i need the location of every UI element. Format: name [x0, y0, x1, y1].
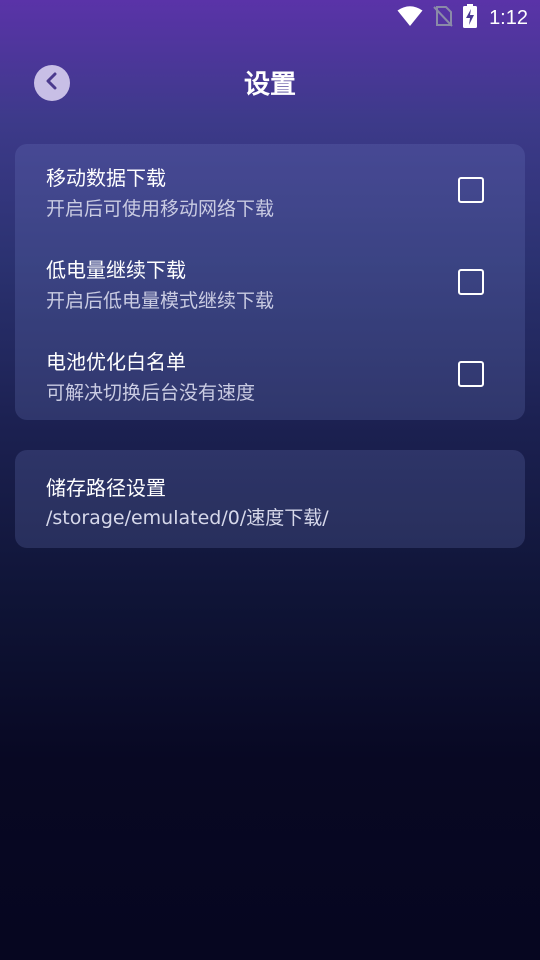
page-title: 设置 [243, 70, 296, 100]
storage-path-card[interactable]: 储存路径设置 /storage/emulated/0/速度下载/ [15, 450, 525, 548]
status-icons: 1:12 [397, 4, 528, 32]
storage-path-value: /storage/emulated/0/速度下载/ [46, 507, 329, 529]
setting-description: 开启后可使用移动网络下载 [46, 198, 275, 220]
mobile-data-download-checkbox[interactable] [458, 177, 484, 203]
setting-row-battery-optimization-whitelist[interactable]: 电池优化白名单 可解决切换后台没有速度 [15, 328, 525, 420]
header: 设置 [0, 54, 540, 110]
battery-optimization-whitelist-checkbox[interactable] [458, 361, 484, 387]
low-battery-download-checkbox[interactable] [458, 269, 484, 295]
setting-title: 电池优化白名单 [46, 350, 186, 374]
wifi-icon [397, 5, 423, 31]
status-time: 1:12 [489, 6, 528, 29]
battery-charging-icon [463, 4, 478, 32]
no-sim-icon [433, 5, 453, 31]
setting-title: 移动数据下载 [46, 166, 166, 190]
setting-row-low-battery-download[interactable]: 低电量继续下载 开启后低电量模式继续下载 [15, 236, 525, 328]
status-bar: 1:12 [0, 0, 540, 36]
storage-path-title: 储存路径设置 [46, 476, 166, 500]
setting-description: 可解决切换后台没有速度 [46, 382, 256, 404]
setting-row-mobile-data-download[interactable]: 移动数据下载 开启后可使用移动网络下载 [15, 144, 525, 236]
setting-description: 开启后低电量模式继续下载 [46, 290, 275, 312]
settings-card: 移动数据下载 开启后可使用移动网络下载 低电量继续下载 开启后低电量模式继续下载… [15, 144, 525, 420]
setting-title: 低电量继续下载 [46, 258, 186, 282]
